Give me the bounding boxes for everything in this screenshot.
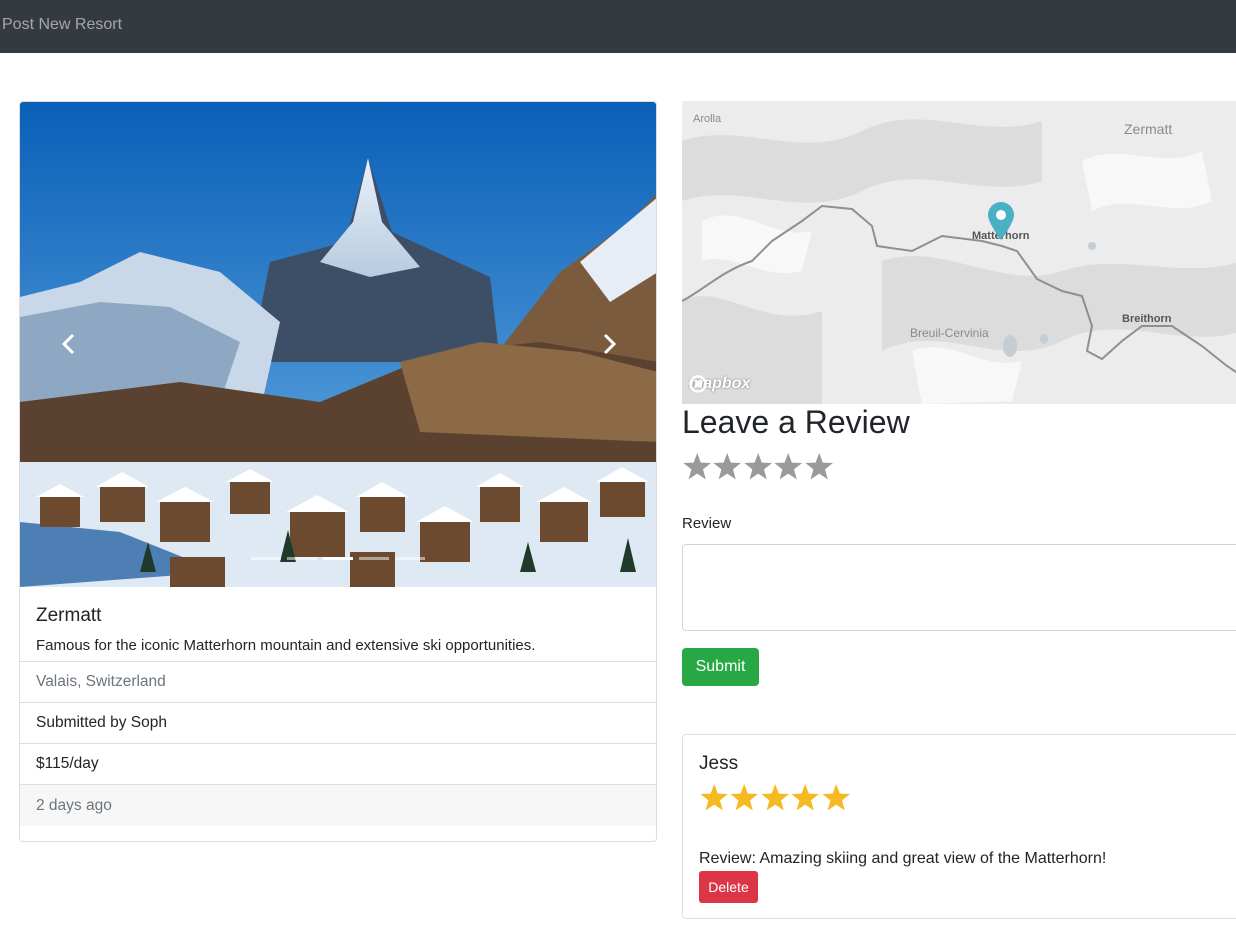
delete-review-button[interactable]: Delete (699, 871, 758, 903)
map-label-breuil-cervinia: Breuil-Cervinia (910, 326, 989, 340)
carousel-next-button[interactable] (590, 314, 630, 374)
resort-description: Famous for the iconic Matterhorn mountai… (36, 637, 536, 654)
review-form-heading: Leave a Review (682, 404, 910, 440)
carousel-prev-button[interactable] (48, 314, 88, 374)
resort-map[interactable]: Arolla Zermatt Matterhorn Breuil-Cervini… (682, 101, 1236, 404)
resort-posted-time: 2 days ago (20, 785, 656, 826)
star-icon (821, 784, 850, 811)
resort-title: Zermatt (36, 605, 102, 626)
review-card: Jess Review: Amazing skiing and great vi… (682, 734, 1236, 919)
review-text: Review: Amazing skiing and great view of… (699, 850, 1107, 867)
carousel-indicator[interactable] (287, 557, 317, 560)
chevron-left-icon (61, 333, 75, 355)
star-icon (700, 784, 728, 811)
review-label: Review (682, 515, 732, 532)
mapbox-logo-icon (689, 375, 707, 393)
star-icon (730, 784, 759, 811)
star-icon (791, 784, 820, 811)
submit-review-button[interactable]: Submit (682, 648, 759, 686)
navbar: Post New Resort (0, 0, 1236, 53)
resort-card-body: Zermatt Famous for the iconic Matterhorn… (20, 587, 656, 662)
resort-price: $115/day (20, 744, 656, 785)
map-label-breithorn: Breithorn (1122, 313, 1172, 325)
star-icon[interactable] (773, 452, 803, 482)
star-icon[interactable] (743, 452, 773, 482)
carousel-indicator[interactable] (359, 557, 389, 560)
star-icon[interactable] (712, 452, 742, 482)
carousel-indicator[interactable] (323, 557, 353, 560)
star-icon[interactable] (804, 452, 834, 482)
resort-image-carousel (20, 102, 656, 587)
carousel-indicator[interactable] (251, 557, 281, 560)
resort-submitted-by: Submitted by Soph (20, 703, 656, 744)
rating-input[interactable] (682, 452, 834, 482)
resort-location: Valais, Switzerland (20, 662, 656, 703)
carousel-indicator[interactable] (395, 557, 425, 560)
map-terrain (682, 101, 1236, 404)
review-author: Jess (699, 753, 739, 774)
resort-card: Zermatt Famous for the iconic Matterhorn… (19, 101, 657, 842)
review-rating-stars (699, 783, 851, 813)
chevron-right-icon (603, 333, 617, 355)
map-label-zermatt: Zermatt (1124, 121, 1173, 137)
map-label-arolla: Arolla (693, 113, 722, 125)
mapbox-attribution[interactable]: mapbox (689, 375, 750, 393)
review-textarea[interactable] (682, 544, 1236, 631)
map-pin-icon (988, 202, 1014, 240)
star-icon[interactable] (682, 452, 712, 482)
carousel-indicators (20, 557, 656, 560)
nav-post-new-resort[interactable]: Post New Resort (2, 16, 122, 34)
resort-photo (20, 102, 656, 587)
star-icon (761, 784, 789, 811)
